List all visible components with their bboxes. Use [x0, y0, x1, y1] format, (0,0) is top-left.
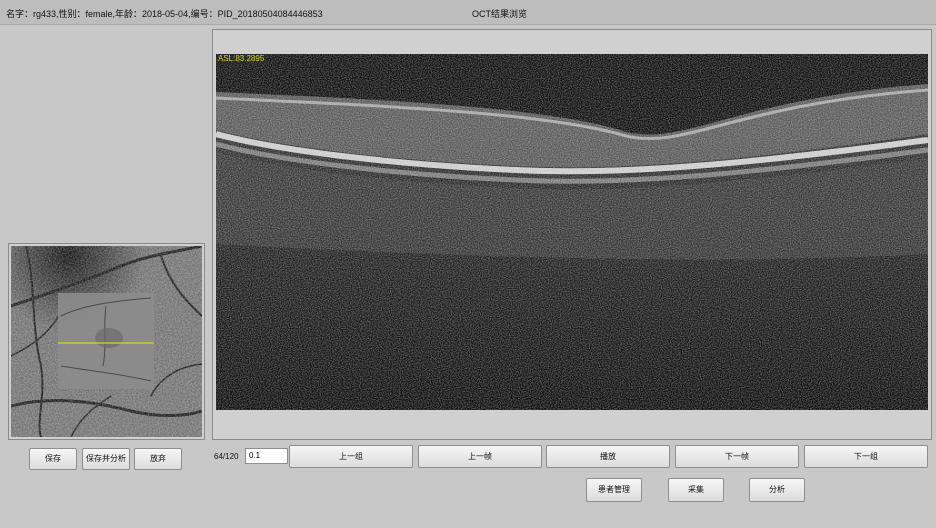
step-value-input[interactable]: [245, 448, 288, 464]
patient-management-button[interactable]: 患者管理: [586, 478, 642, 502]
asl-measurement-label: ASL:83.2895: [218, 54, 265, 63]
patient-info: 名字：rg433,性别：female,年龄：2018-05-04,编号：PID_…: [6, 9, 323, 19]
oct-scan-graphic: [216, 54, 928, 410]
discard-button[interactable]: 放弃: [134, 448, 182, 470]
save-and-analyze-button[interactable]: 保存并分析: [82, 448, 130, 470]
previous-frame-button[interactable]: 上一帧: [418, 445, 542, 468]
frame-counter: 64/120: [214, 452, 239, 461]
save-button[interactable]: 保存: [29, 448, 77, 470]
fundus-graphic: [11, 246, 202, 437]
window-title: OCT结果浏览: [472, 9, 527, 19]
fundus-image[interactable]: [11, 246, 202, 437]
oct-viewer: ASL:83.2895: [212, 29, 932, 440]
next-group-button[interactable]: 下一组: [804, 445, 928, 468]
play-button[interactable]: 播放: [546, 445, 670, 468]
capture-button[interactable]: 采集: [668, 478, 724, 502]
oct-bscan-image[interactable]: [216, 54, 928, 410]
fundus-viewer: [8, 243, 205, 440]
analyze-button[interactable]: 分析: [749, 478, 805, 502]
title-bar: 名字：rg433,性别：female,年龄：2018-05-04,编号：PID_…: [0, 0, 936, 25]
next-frame-button[interactable]: 下一帧: [675, 445, 799, 468]
previous-group-button[interactable]: 上一组: [289, 445, 413, 468]
